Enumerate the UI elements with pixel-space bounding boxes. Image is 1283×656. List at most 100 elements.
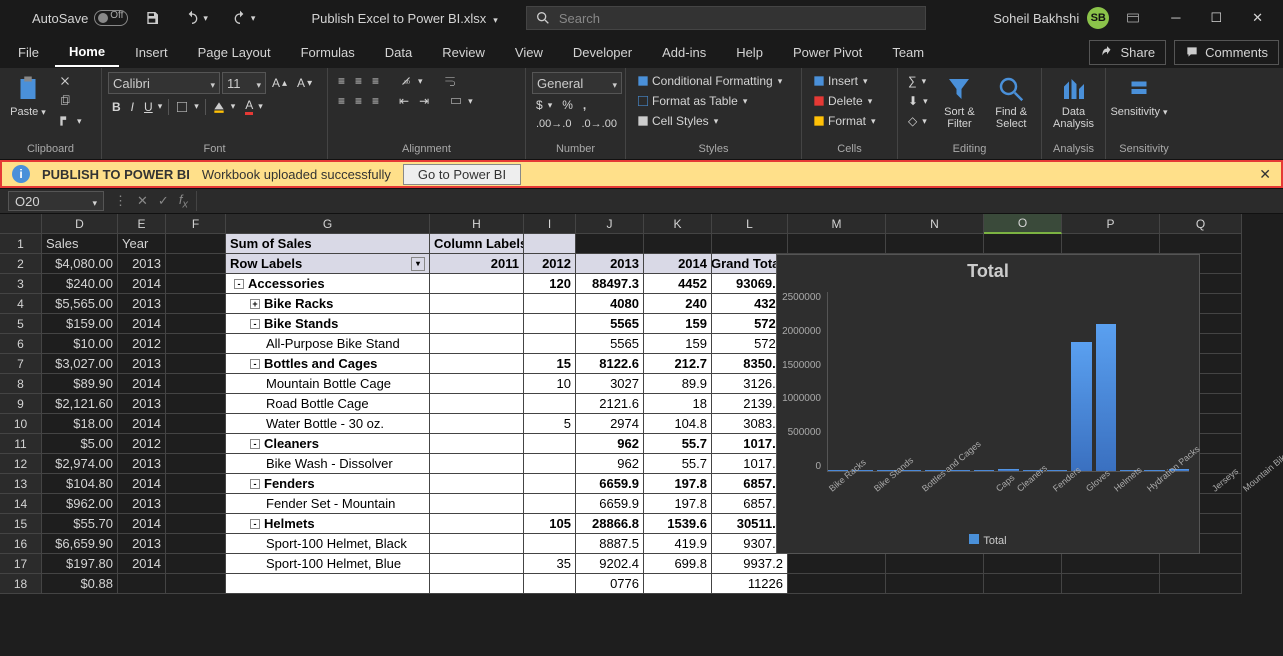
cell[interactable]: Fender Set - Mountain bbox=[226, 494, 430, 514]
row-header-11[interactable]: 11 bbox=[0, 434, 42, 454]
row-header-18[interactable]: 18 bbox=[0, 574, 42, 594]
cell[interactable]: $18.00 bbox=[42, 414, 118, 434]
cell[interactable] bbox=[166, 454, 226, 474]
cell[interactable]: 105 bbox=[524, 514, 576, 534]
cell[interactable]: 2014 bbox=[118, 374, 166, 394]
row-header-12[interactable]: 12 bbox=[0, 454, 42, 474]
cell[interactable] bbox=[430, 534, 524, 554]
cell[interactable]: 15 bbox=[524, 354, 576, 374]
title-chevron-icon[interactable] bbox=[490, 11, 498, 26]
fx-button[interactable]: fx bbox=[179, 192, 188, 211]
cell[interactable] bbox=[1160, 554, 1242, 574]
cell[interactable]: 5565 bbox=[576, 334, 644, 354]
cell[interactable]: 4452 bbox=[644, 274, 712, 294]
cell[interactable] bbox=[788, 574, 886, 594]
col-header-G[interactable]: G bbox=[226, 214, 430, 234]
cell[interactable]: 159 bbox=[644, 334, 712, 354]
cell[interactable]: $240.00 bbox=[42, 274, 118, 294]
cell[interactable] bbox=[788, 554, 886, 574]
cell[interactable]: 5 bbox=[524, 414, 576, 434]
cell[interactable] bbox=[524, 474, 576, 494]
minimize-button[interactable]: ─ bbox=[1157, 4, 1194, 32]
cell[interactable] bbox=[524, 434, 576, 454]
col-header-N[interactable]: N bbox=[886, 214, 984, 234]
insert-cells[interactable]: Insert bbox=[808, 72, 872, 90]
cell[interactable] bbox=[430, 294, 524, 314]
cell[interactable] bbox=[166, 554, 226, 574]
row-header-13[interactable]: 13 bbox=[0, 474, 42, 494]
cell[interactable] bbox=[524, 494, 576, 514]
cell[interactable]: 6659.9 bbox=[576, 494, 644, 514]
cell[interactable]: $3,027.00 bbox=[42, 354, 118, 374]
embedded-chart[interactable]: Total 2500000200000015000001000000500000… bbox=[776, 254, 1200, 554]
cell[interactable]: 2013 bbox=[118, 294, 166, 314]
cell-styles[interactable]: Cell Styles bbox=[632, 112, 722, 130]
cell[interactable] bbox=[166, 314, 226, 334]
cell[interactable]: 88497.3 bbox=[576, 274, 644, 294]
cell[interactable]: 197.8 bbox=[644, 474, 712, 494]
data-analysis[interactable]: Data Analysis bbox=[1048, 72, 1099, 132]
cell[interactable]: 120 bbox=[524, 274, 576, 294]
row-header-8[interactable]: 8 bbox=[0, 374, 42, 394]
borders-button[interactable] bbox=[171, 98, 203, 116]
cell[interactable]: 2014 bbox=[118, 514, 166, 534]
cell[interactable]: 55.7 bbox=[644, 434, 712, 454]
cut-button[interactable] bbox=[54, 72, 86, 90]
cell[interactable] bbox=[886, 234, 984, 254]
cell[interactable]: 2013 bbox=[576, 254, 644, 274]
fill-button[interactable]: ⬇ bbox=[904, 92, 932, 110]
cell[interactable]: 2014 bbox=[118, 554, 166, 574]
font-color-button[interactable]: A bbox=[241, 96, 267, 117]
name-box[interactable]: O20 bbox=[8, 191, 104, 211]
cell[interactable]: 1539.6 bbox=[644, 514, 712, 534]
format-painter-button[interactable] bbox=[54, 112, 86, 130]
cell[interactable]: $10.00 bbox=[42, 334, 118, 354]
cell[interactable] bbox=[430, 474, 524, 494]
font-size-select[interactable]: 11 bbox=[222, 72, 266, 94]
cell[interactable]: 2011 bbox=[430, 254, 524, 274]
conditional-formatting[interactable]: Conditional Formatting bbox=[632, 72, 786, 90]
cell[interactable] bbox=[524, 294, 576, 314]
msgbar-close-button[interactable]: ✕ bbox=[1259, 166, 1271, 183]
cell[interactable]: +Bike Racks bbox=[226, 294, 430, 314]
cell[interactable]: 2013 bbox=[118, 394, 166, 414]
cell[interactable] bbox=[226, 574, 430, 594]
row-header-5[interactable]: 5 bbox=[0, 314, 42, 334]
align-middle[interactable]: ≡ bbox=[351, 72, 366, 90]
align-right[interactable]: ≡ bbox=[368, 92, 383, 110]
decrease-font-button[interactable]: A▾ bbox=[293, 74, 316, 92]
increase-font-button[interactable]: A▴ bbox=[268, 74, 291, 92]
autosave-toggle[interactable]: AutoSave Off bbox=[32, 10, 128, 26]
cell[interactable] bbox=[166, 574, 226, 594]
merge-button[interactable] bbox=[445, 92, 477, 110]
redo-button[interactable] bbox=[224, 6, 264, 30]
cell[interactable]: 104.8 bbox=[644, 414, 712, 434]
decrease-indent[interactable]: ⇤ bbox=[395, 92, 413, 110]
cell[interactable]: Road Bottle Cage bbox=[226, 394, 430, 414]
row-header-4[interactable]: 4 bbox=[0, 294, 42, 314]
row-header-15[interactable]: 15 bbox=[0, 514, 42, 534]
comments-button[interactable]: Comments bbox=[1174, 40, 1279, 65]
fill-color-button[interactable] bbox=[208, 98, 240, 116]
cell[interactable] bbox=[166, 374, 226, 394]
cell[interactable] bbox=[166, 494, 226, 514]
cell[interactable]: $0.88 bbox=[42, 574, 118, 594]
row-header-17[interactable]: 17 bbox=[0, 554, 42, 574]
delete-cells[interactable]: Delete bbox=[808, 92, 876, 110]
cell[interactable] bbox=[118, 574, 166, 594]
cell[interactable]: $55.70 bbox=[42, 514, 118, 534]
formula-input[interactable] bbox=[196, 191, 1283, 211]
cell[interactable]: 10 bbox=[524, 374, 576, 394]
cell[interactable] bbox=[430, 354, 524, 374]
cell[interactable]: 2974 bbox=[576, 414, 644, 434]
cell[interactable]: 89.9 bbox=[644, 374, 712, 394]
cell[interactable]: 240 bbox=[644, 294, 712, 314]
autosum[interactable]: ∑ bbox=[904, 72, 932, 90]
cell[interactable]: Sales bbox=[42, 234, 118, 254]
cell[interactable]: 2013 bbox=[118, 354, 166, 374]
find-select[interactable]: Find & Select bbox=[987, 72, 1035, 132]
cell[interactable]: 5565 bbox=[576, 314, 644, 334]
align-top[interactable]: ≡ bbox=[334, 72, 349, 90]
cell[interactable]: -Bike Stands bbox=[226, 314, 430, 334]
cell[interactable]: -Helmets bbox=[226, 514, 430, 534]
